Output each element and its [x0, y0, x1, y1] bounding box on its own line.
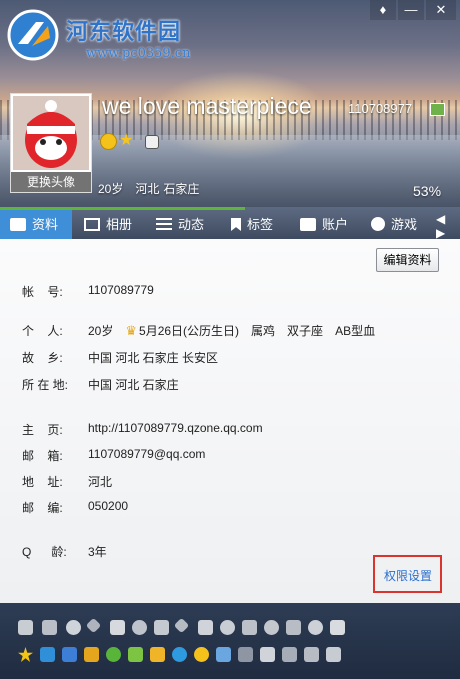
crown-icon: ♛ [125, 323, 138, 338]
mail-badge-icon[interactable] [216, 647, 231, 662]
detail-value: 中国 河北 石家庄 [88, 378, 179, 392]
profile-province: 河北 [135, 182, 160, 196]
detail-label: Q 龄: [22, 545, 67, 559]
qzone-badge-icon[interactable] [40, 647, 55, 662]
detail-value: 3年 [88, 545, 107, 559]
tab-feed[interactable]: 动态 [156, 210, 204, 239]
close-button[interactable]: ✕ [426, 0, 456, 20]
tab-scroll-arrows[interactable]: ◀ ▶ [436, 212, 460, 240]
site-logo-url: www.pc0359.cn [86, 46, 191, 61]
tab-album-label: 相册 [106, 217, 133, 232]
badge-bar [0, 603, 460, 679]
profile-completion: 53% [413, 183, 442, 199]
badge-14-icon[interactable] [308, 620, 323, 635]
detail-value: 1107089779 [88, 283, 154, 297]
badge-9-icon[interactable] [198, 620, 213, 635]
detail-value: 20岁 ♛ 5月26日(公历生日) 属鸡 双子座 AB型血 [88, 322, 387, 339]
homepage-link[interactable]: http://1107089779.qzone.qq.com [88, 421, 263, 435]
tab-account-label: 账户 [322, 217, 349, 232]
browser-badge-icon[interactable] [172, 647, 187, 662]
tab-profile[interactable]: 资料 [0, 210, 72, 239]
privacy-settings-link[interactable]: 权限设置 [384, 567, 432, 584]
video-badge-icon[interactable] [304, 647, 319, 662]
chat-badge-icon[interactable] [128, 647, 143, 662]
profile-summary: 20岁 河北 石家庄 [98, 180, 211, 197]
personal-blood: AB型血 [335, 324, 376, 338]
badge-15-icon[interactable] [330, 620, 345, 635]
detail-value: 河北 [88, 475, 113, 489]
edit-profile-button[interactable]: 编辑资料 [376, 248, 439, 272]
pet-badge-icon[interactable] [145, 135, 159, 149]
smile-badge-icon[interactable] [100, 133, 117, 150]
tag-icon [231, 218, 241, 231]
album-icon [84, 218, 100, 231]
tab-tags[interactable]: 标签 [231, 210, 273, 239]
nickname: we love masterpiece [102, 93, 312, 119]
profile-age: 20岁 [98, 182, 124, 196]
badge-1-icon[interactable] [18, 620, 33, 635]
game-badge-icon[interactable] [84, 647, 99, 662]
personal-constellation: 双子座 [287, 324, 324, 338]
tab-feed-label: 动态 [178, 217, 205, 232]
detail-label: 主 页: [22, 423, 63, 437]
badge-3-icon[interactable] [66, 620, 81, 635]
badge-13-icon[interactable] [286, 620, 301, 635]
badge-6-icon[interactable] [132, 620, 147, 635]
pet-badge-icon-2[interactable] [150, 647, 165, 662]
change-avatar-button[interactable]: 更换头像 [11, 172, 91, 192]
detail-label: 个 人: [22, 324, 63, 338]
avatar[interactable]: 更换头像 [10, 93, 92, 193]
detail-label: 邮 箱: [22, 449, 63, 463]
site-logo-text: 河东软件园 [66, 19, 182, 45]
personal-zodiac: 属鸡 [251, 324, 276, 338]
star-badge-icon[interactable]: ★ [119, 130, 133, 150]
game-icon [371, 217, 385, 231]
profile-card-icon [10, 218, 26, 231]
detail-label: 地 址: [22, 475, 63, 489]
security-badge-icon[interactable] [260, 647, 275, 662]
detail-label: 邮 编: [22, 501, 63, 515]
photo-badge-icon[interactable] [62, 647, 77, 662]
detail-value: 1107089779@qq.com [88, 447, 206, 461]
badge-11-icon[interactable] [242, 620, 257, 635]
detail-label: 所 在 地: [22, 378, 69, 392]
site-logo-icon [7, 9, 59, 61]
wallet-icon [300, 218, 316, 231]
tab-tags-label: 标签 [247, 217, 274, 232]
music-badge-icon[interactable] [106, 647, 121, 662]
tab-games-label: 游戏 [391, 217, 418, 232]
badge-2-icon[interactable] [42, 620, 57, 635]
personal-birthday: 5月26日(公历生日) [139, 324, 240, 338]
app-badge-icon[interactable] [238, 647, 253, 662]
tab-account[interactable]: 账户 [300, 210, 348, 239]
profile-city: 石家庄 [163, 182, 200, 196]
tab-profile-label: 资料 [32, 217, 59, 232]
detail-label: 故 乡: [22, 351, 63, 365]
tab-album[interactable]: 相册 [84, 210, 132, 239]
personal-age: 20岁 [88, 324, 114, 338]
cloud-badge-icon[interactable] [282, 647, 297, 662]
qq-number-header: 110708977 [348, 101, 413, 116]
badge-12-icon[interactable] [264, 620, 279, 635]
avatar-image [13, 96, 89, 170]
badge-10-icon[interactable] [220, 620, 235, 635]
detail-value: 050200 [88, 499, 129, 513]
skin-button[interactable]: ♦ [370, 0, 396, 20]
badge-7-icon[interactable] [154, 620, 169, 635]
minimize-button[interactable]: — [398, 0, 424, 20]
qq-vip-icon [430, 103, 445, 116]
qq-profile-window: 河东软件园 www.pc0359.cn ♦ — ✕ 更换头像 we love m… [0, 0, 460, 679]
tab-games[interactable]: 游戏 [371, 210, 417, 239]
detail-value: 中国 河北 石家庄 长安区 [88, 351, 219, 365]
coin-badge-icon[interactable] [194, 647, 209, 662]
tool-badge-icon[interactable] [326, 647, 341, 662]
badge-5-icon[interactable] [110, 620, 125, 635]
feed-icon [156, 218, 172, 231]
detail-label: 帐 号: [22, 285, 63, 299]
